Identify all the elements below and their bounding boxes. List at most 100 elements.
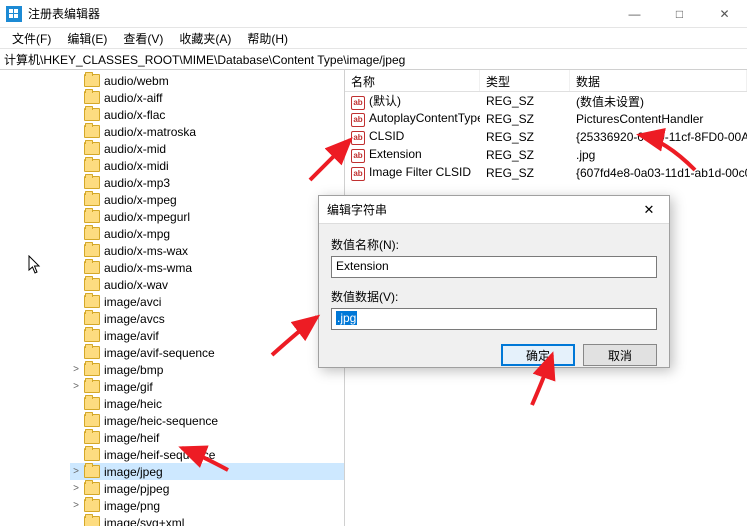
menu-file[interactable]: 文件(F) [4, 28, 59, 49]
tree-item[interactable]: > image/jpeg [70, 463, 344, 480]
folder-icon [84, 176, 100, 189]
cell-name: abImage Filter CLSID [345, 165, 480, 181]
tree-item[interactable]: > image/pjpeg [70, 480, 344, 497]
tree-item[interactable]: > image/bmp [70, 361, 344, 378]
tree-item[interactable]: audio/x-mpegurl [70, 208, 344, 225]
tree-item[interactable]: audio/x-ms-wma [70, 259, 344, 276]
tree-item[interactable]: audio/x-mid [70, 140, 344, 157]
tree-item-label: audio/x-mpg [104, 227, 170, 241]
col-name[interactable]: 名称 [345, 70, 480, 91]
list-row[interactable]: abExtensionREG_SZ.jpg [345, 146, 747, 164]
tree-item[interactable]: audio/x-ms-wax [70, 242, 344, 259]
tree-item[interactable]: image/heic-sequence [70, 412, 344, 429]
dialog-close-button[interactable]: ✕ [629, 196, 669, 224]
cell-name: abExtension [345, 147, 480, 163]
app-icon [6, 6, 22, 22]
expand-icon[interactable]: > [70, 500, 82, 511]
expand-icon[interactable]: > [70, 483, 82, 494]
tree-item-label: audio/x-flac [104, 108, 165, 122]
tree-item[interactable]: audio/x-mpeg [70, 191, 344, 208]
tree-item[interactable]: audio/x-wav [70, 276, 344, 293]
tree-item[interactable]: audio/x-midi [70, 157, 344, 174]
tree-item[interactable]: audio/x-matroska [70, 123, 344, 140]
dialog-title: 编辑字符串 [327, 201, 629, 218]
cell-name: abCLSID [345, 129, 480, 145]
tree-item[interactable]: image/avcs [70, 310, 344, 327]
expand-icon[interactable]: > [70, 466, 82, 477]
minimize-button[interactable]: — [612, 0, 657, 28]
tree-item-label: image/heic-sequence [104, 414, 218, 428]
tree-item-label: image/heif [104, 431, 159, 445]
folder-icon [84, 448, 100, 461]
tree-item-label: image/avif-sequence [104, 346, 215, 360]
col-type[interactable]: 类型 [480, 70, 570, 91]
folder-icon [84, 74, 100, 87]
folder-icon [84, 465, 100, 478]
list-row[interactable]: abAutoplayContentTypeH...REG_SZPicturesC… [345, 110, 747, 128]
cell-name: abAutoplayContentTypeH... [345, 111, 480, 127]
address-bar[interactable]: 计算机\HKEY_CLASSES_ROOT\MIME\Database\Cont… [0, 48, 747, 70]
tree-item-label: audio/x-mid [104, 142, 166, 156]
tree-item-label: image/jpeg [104, 465, 163, 479]
folder-icon [84, 159, 100, 172]
cell-type: REG_SZ [480, 148, 570, 162]
expand-icon[interactable]: > [70, 364, 82, 375]
tree-item[interactable]: image/avif-sequence [70, 344, 344, 361]
tree-item[interactable]: audio/x-flac [70, 106, 344, 123]
title-bar: 注册表编辑器 — □ ✕ [0, 0, 747, 28]
folder-icon [84, 482, 100, 495]
folder-icon [84, 244, 100, 257]
cell-data: .jpg [570, 148, 747, 162]
menu-view[interactable]: 查看(V) [115, 28, 171, 49]
tree-item[interactable]: image/heic [70, 395, 344, 412]
list-row[interactable]: ab(默认)REG_SZ(数值未设置) [345, 92, 747, 110]
maximize-button[interactable]: □ [657, 0, 702, 28]
tree-item[interactable]: audio/x-mp3 [70, 174, 344, 191]
tree-item[interactable]: image/avif [70, 327, 344, 344]
menu-bar: 文件(F) 编辑(E) 查看(V) 收藏夹(A) 帮助(H) [0, 28, 747, 48]
tree-item-label: image/bmp [104, 363, 163, 377]
tree-item[interactable]: >image/png [70, 497, 344, 514]
tree-item[interactable]: image/heif-sequence [70, 446, 344, 463]
tree-item[interactable]: >image/gif [70, 378, 344, 395]
folder-icon [84, 193, 100, 206]
tree-item[interactable]: image/avci [70, 293, 344, 310]
folder-icon [84, 329, 100, 342]
menu-favorites[interactable]: 收藏夹(A) [171, 28, 239, 49]
dialog-titlebar[interactable]: 编辑字符串 ✕ [319, 196, 669, 224]
edit-string-dialog: 编辑字符串 ✕ 数值名称(N): Extension 数值数据(V): .jpg… [318, 195, 670, 368]
menu-edit[interactable]: 编辑(E) [59, 28, 115, 49]
tree-item-label: image/pjpeg [104, 482, 169, 496]
string-value-icon: ab [351, 131, 365, 145]
expand-icon[interactable]: > [70, 381, 82, 392]
tree-item[interactable]: image/heif [70, 429, 344, 446]
cell-name: ab(默认) [345, 92, 480, 110]
cell-type: REG_SZ [480, 130, 570, 144]
string-value-icon: ab [351, 113, 365, 127]
tree-item[interactable]: audio/x-aiff [70, 89, 344, 106]
cell-type: REG_SZ [480, 94, 570, 108]
window-title: 注册表编辑器 [28, 5, 612, 22]
folder-icon [84, 278, 100, 291]
tree-item-label: audio/x-mpegurl [104, 210, 190, 224]
tree-item-label: image/avif [104, 329, 159, 343]
ok-button[interactable]: 确定 [501, 344, 575, 366]
cell-data: PicturesContentHandler [570, 112, 747, 126]
tree-item[interactable]: audio/webm [70, 72, 344, 89]
value-name-input[interactable]: Extension [331, 256, 657, 278]
value-data-input[interactable]: .jpg [331, 308, 657, 330]
string-value-icon: ab [351, 96, 365, 110]
menu-help[interactable]: 帮助(H) [239, 28, 296, 49]
tree-item-label: image/avci [104, 295, 161, 309]
tree-item[interactable]: audio/x-mpg [70, 225, 344, 242]
tree-item-label: image/avcs [104, 312, 165, 326]
col-data[interactable]: 数据 [570, 70, 747, 91]
close-button[interactable]: ✕ [702, 0, 747, 28]
tree-item-label: audio/x-wav [104, 278, 168, 292]
list-row[interactable]: abImage Filter CLSIDREG_SZ{607fd4e8-0a03… [345, 164, 747, 182]
tree-item[interactable]: image/svg+xml [70, 514, 344, 526]
tree-pane[interactable]: audio/webmaudio/x-aiffaudio/x-flacaudio/… [0, 70, 345, 526]
cancel-button[interactable]: 取消 [583, 344, 657, 366]
cell-type: REG_SZ [480, 112, 570, 126]
list-row[interactable]: abCLSIDREG_SZ{25336920-03F9-11cf-8FD0-00… [345, 128, 747, 146]
